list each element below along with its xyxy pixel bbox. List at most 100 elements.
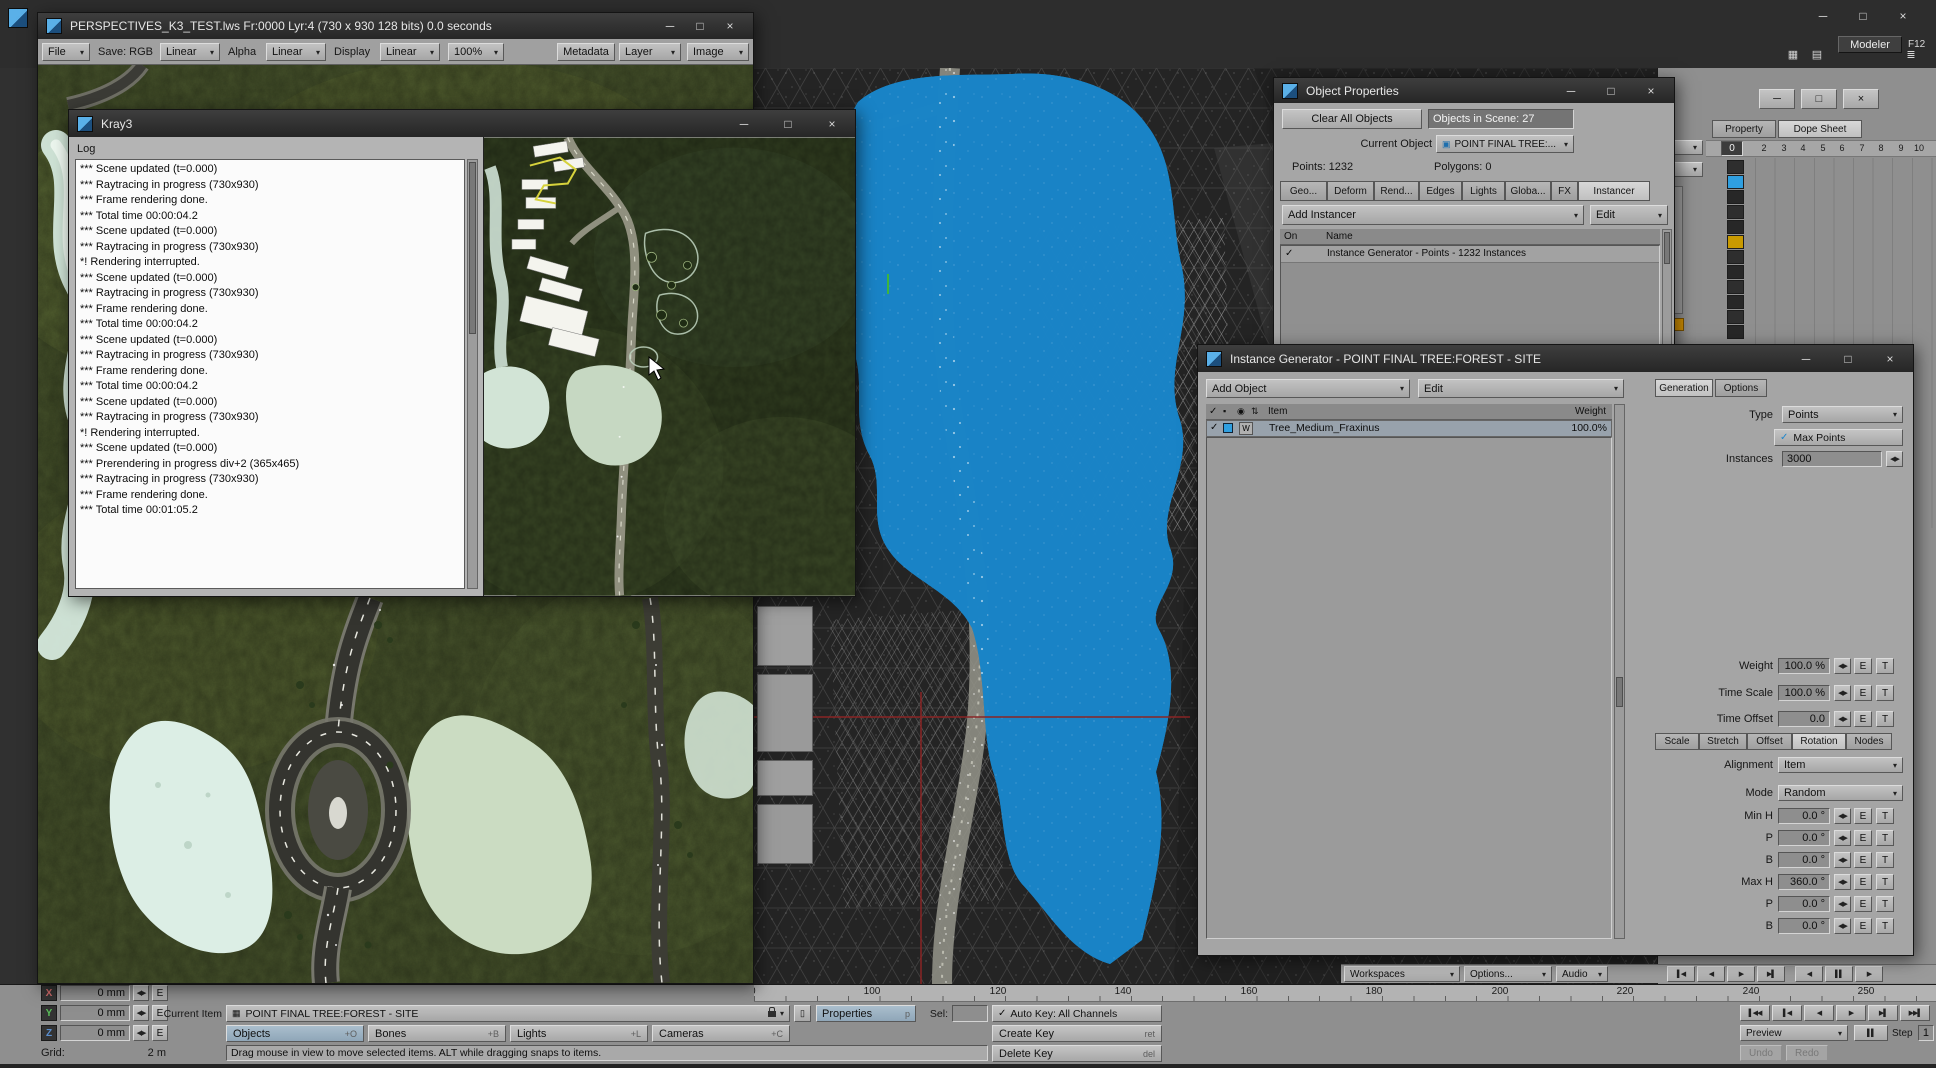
- min-h-envelope-button[interactable]: E: [1854, 808, 1872, 824]
- panel-minimize-icon[interactable]: ─: [1759, 89, 1795, 109]
- preview-pause-button[interactable]: ▌▌: [1854, 1025, 1888, 1041]
- time-scale-envelope-button[interactable]: E: [1854, 685, 1872, 701]
- time-scale-texture-button[interactable]: T: [1876, 685, 1894, 701]
- x-position-field[interactable]: 0 mm: [60, 985, 130, 1001]
- tiles-view-icon[interactable]: ▤: [1806, 46, 1828, 62]
- color-swatch[interactable]: [1223, 423, 1233, 433]
- delete-key-button[interactable]: Delete Keydel: [992, 1045, 1162, 1062]
- menu-icon[interactable]: ≣: [1900, 46, 1922, 62]
- create-key-button[interactable]: Create Keyret: [992, 1025, 1162, 1042]
- weight-stepper[interactable]: ◀▶: [1834, 658, 1851, 674]
- max-h-stepper[interactable]: ◀▶: [1834, 874, 1851, 890]
- instancer-row[interactable]: ✓ Instance Generator - Points - 1232 Ins…: [1281, 246, 1659, 263]
- weight-field[interactable]: 100.0 %: [1778, 658, 1830, 674]
- maximize-icon[interactable]: □: [773, 114, 803, 133]
- tab-property[interactable]: Property: [1712, 120, 1776, 138]
- tab-fx[interactable]: FX: [1551, 181, 1578, 201]
- fast-forward-button[interactable]: ▶▶▌: [1900, 1005, 1930, 1021]
- minimize-icon[interactable]: ─: [1791, 349, 1821, 368]
- z-envelope-button[interactable]: E: [152, 1025, 168, 1041]
- time-offset-envelope-button[interactable]: E: [1854, 711, 1872, 727]
- close-icon[interactable]: ×: [1636, 81, 1666, 100]
- instances-stepper[interactable]: ◀▶: [1886, 451, 1903, 467]
- panel-maximize-icon[interactable]: □: [1801, 89, 1837, 109]
- weight-texture-button[interactable]: T: [1876, 658, 1894, 674]
- modeler-button[interactable]: Modeler: [1838, 36, 1902, 53]
- kray-titlebar[interactable]: Kray3 ─ □ ×: [69, 110, 855, 137]
- tab-nodes[interactable]: Nodes: [1846, 733, 1892, 750]
- options-dropdown[interactable]: Options...▾: [1464, 966, 1552, 982]
- panel-close-icon[interactable]: ×: [1843, 89, 1879, 109]
- tab-instancer[interactable]: Instancer: [1578, 181, 1650, 201]
- weight-envelope-button[interactable]: E: [1854, 658, 1872, 674]
- object-properties-titlebar[interactable]: Object Properties ─ □ ×: [1274, 78, 1674, 103]
- max-h-field[interactable]: 360.0 °: [1778, 874, 1830, 890]
- tab-deform[interactable]: Deform: [1327, 181, 1374, 201]
- minimize-icon[interactable]: ─: [1556, 81, 1586, 100]
- timeline-ruler[interactable]: 80 100 120 140 160 180 200 220 240 250: [754, 985, 1936, 1002]
- check-icon[interactable]: ✓: [1210, 422, 1218, 433]
- min-h-stepper[interactable]: ◀▶: [1834, 808, 1851, 824]
- image-dropdown[interactable]: Image▾: [687, 43, 749, 61]
- tab-edges[interactable]: Edges: [1419, 181, 1462, 201]
- metadata-button[interactable]: Metadata: [557, 43, 615, 61]
- next-key-button[interactable]: ▶▌: [1868, 1005, 1898, 1021]
- object-list-scrollbar[interactable]: [1614, 404, 1625, 939]
- file-menu[interactable]: File▾: [42, 43, 90, 61]
- go-start-button[interactable]: ▌◀: [1667, 966, 1695, 982]
- window-minimize-icon[interactable]: ─: [1808, 6, 1838, 25]
- z-stepper[interactable]: ◀▶: [133, 1025, 149, 1041]
- time-offset-texture-button[interactable]: T: [1876, 711, 1894, 727]
- step-back-button[interactable]: ◀: [1697, 966, 1725, 982]
- image-viewer-titlebar[interactable]: PERSPECTIVES_K3_TEST.lws Fr:0000 Lyr:4 (…: [38, 13, 753, 39]
- tab-scale[interactable]: Scale: [1655, 733, 1699, 750]
- auto-key-toggle[interactable]: ✓Auto Key: All Channels: [992, 1005, 1162, 1022]
- y-stepper[interactable]: ◀▶: [133, 1005, 149, 1021]
- properties-button[interactable]: Propertiesp: [816, 1005, 916, 1022]
- min-b-envelope-button[interactable]: E: [1854, 852, 1872, 868]
- max-h-envelope-button[interactable]: E: [1854, 874, 1872, 890]
- time-scale-stepper[interactable]: ◀▶: [1834, 685, 1851, 701]
- tab-rotation[interactable]: Rotation: [1792, 733, 1846, 750]
- add-instancer-dropdown[interactable]: Add Instancer▾: [1282, 205, 1584, 225]
- frame-back-button[interactable]: ◀: [1804, 1005, 1834, 1021]
- go-end-button[interactable]: ▶▌: [1757, 966, 1785, 982]
- edit-dropdown[interactable]: Edit▾: [1418, 379, 1624, 398]
- min-p-stepper[interactable]: ◀▶: [1834, 830, 1851, 846]
- min-p-texture-button[interactable]: T: [1876, 830, 1894, 846]
- maximize-icon[interactable]: □: [1833, 349, 1863, 368]
- x-stepper[interactable]: ◀▶: [133, 985, 149, 1001]
- object-row[interactable]: ✓ W Tree_Medium_Fraxinus 100.0%: [1206, 420, 1612, 437]
- add-object-dropdown[interactable]: Add Object▾: [1206, 379, 1410, 398]
- tab-dope-sheet[interactable]: Dope Sheet: [1778, 120, 1862, 138]
- min-h-texture-button[interactable]: T: [1876, 808, 1894, 824]
- play-reverse-button[interactable]: ◀: [1795, 966, 1823, 982]
- edit-dropdown[interactable]: Edit▾: [1590, 205, 1668, 225]
- time-scale-field[interactable]: 100.0 %: [1778, 685, 1830, 701]
- min-b-stepper[interactable]: ◀▶: [1834, 852, 1851, 868]
- tab-geometry[interactable]: Geo...: [1280, 181, 1327, 201]
- window-restore-icon[interactable]: □: [1848, 6, 1878, 25]
- audio-dropdown[interactable]: Audio▾: [1556, 966, 1608, 982]
- pause-button[interactable]: ▌▌: [1825, 966, 1853, 982]
- current-item-dropdown[interactable]: ▦ POINT FINAL TREE:FOREST - SITE ▾: [226, 1005, 790, 1022]
- dope-key-track[interactable]: [1727, 160, 1744, 340]
- z-position-field[interactable]: 0 mm: [60, 1025, 130, 1041]
- instancer-list[interactable]: ✓ Instance Generator - Points - 1232 Ins…: [1280, 245, 1660, 345]
- undo-button[interactable]: Undo: [1740, 1045, 1782, 1061]
- close-icon[interactable]: ×: [817, 114, 847, 133]
- clear-all-objects-button[interactable]: Clear All Objects: [1282, 109, 1422, 129]
- grid-view-icon[interactable]: ▦: [1782, 46, 1804, 62]
- step-forward-button[interactable]: ▶: [1727, 966, 1755, 982]
- close-icon[interactable]: ×: [715, 17, 745, 36]
- current-object-dropdown[interactable]: ▣ POINT FINAL TREE:... ▾: [1436, 135, 1574, 153]
- min-p-field[interactable]: 0.0 °: [1778, 830, 1830, 846]
- rewind-button[interactable]: ▌◀◀: [1740, 1005, 1770, 1021]
- max-b-envelope-button[interactable]: E: [1854, 918, 1872, 934]
- alpha-mode-dropdown[interactable]: Linear▾: [266, 43, 326, 61]
- max-b-field[interactable]: 0.0 °: [1778, 918, 1830, 934]
- time-offset-stepper[interactable]: ◀▶: [1834, 711, 1851, 727]
- maximize-icon[interactable]: □: [685, 17, 715, 36]
- close-icon[interactable]: ×: [1875, 349, 1905, 368]
- redo-button[interactable]: Redo: [1786, 1045, 1828, 1061]
